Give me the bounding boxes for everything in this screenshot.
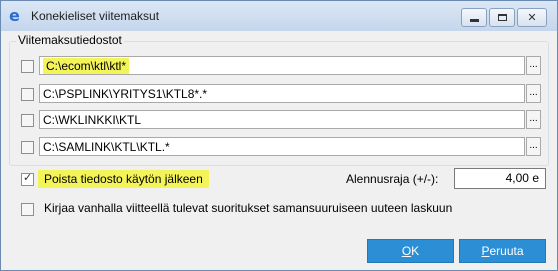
path-row-3: C:\WKLINKKI\KTL ... (10, 109, 548, 131)
path-4-input[interactable]: C:\SAMLINK\KTL\KTL.* (39, 137, 525, 156)
path-1-browse-button[interactable]: ... (526, 56, 541, 75)
group-legend: Viitemaksutiedostot (16, 33, 124, 47)
checkmark-icon: ✓ (23, 172, 33, 184)
ok-mnemonic: O (401, 244, 412, 258)
title-bar[interactable]: e Konekieliset viitemaksut ✕ (1, 1, 557, 31)
maximize-icon (497, 14, 507, 21)
window-title: Konekieliset viitemaksut (31, 9, 160, 23)
close-icon: ✕ (527, 12, 537, 24)
minimize-icon (469, 19, 479, 22)
path-row-2: C:\PSPLINK\YRITYS1\KTL8*.* ... (10, 83, 548, 105)
delete-after-use-label[interactable]: Poista tiedosto käytön jälkeen (38, 170, 209, 188)
path-1-value: C:\ecom\ktl\ktl* (43, 58, 130, 74)
path-1-checkbox[interactable] (21, 60, 34, 73)
cancel-rest: eruuta (489, 244, 524, 258)
record-old-ref-checkbox[interactable] (21, 203, 34, 216)
dialog-window: e Konekieliset viitemaksut ✕ Viitemaksut… (0, 0, 558, 271)
minimize-button[interactable] (461, 8, 487, 27)
path-1-input[interactable]: C:\ecom\ktl\ktl* (39, 56, 525, 75)
path-row-4: C:\SAMLINK\KTL\KTL.* ... (10, 136, 548, 158)
app-e-icon: e (9, 6, 20, 25)
discount-input[interactable]: 4,00 e (454, 168, 546, 189)
path-3-checkbox[interactable] (21, 114, 34, 127)
discount-label: Alennusraja (+/-): (346, 172, 439, 186)
delete-after-use-checkbox[interactable]: ✓ (21, 172, 34, 186)
close-button[interactable]: ✕ (517, 8, 547, 27)
path-2-checkbox[interactable] (21, 88, 34, 101)
ok-rest: K (411, 244, 420, 258)
path-row-1: C:\ecom\ktl\ktl* ... (10, 55, 548, 77)
path-4-browse-button[interactable]: ... (526, 137, 541, 156)
record-old-ref-label[interactable]: Kirjaa vanhalla viitteellä tulevat suori… (44, 201, 452, 215)
path-2-input[interactable]: C:\PSPLINK\YRITYS1\KTL8*.* (39, 84, 525, 103)
cancel-button[interactable]: Peruuta (459, 239, 546, 263)
path-4-checkbox[interactable] (21, 141, 34, 154)
reference-files-group: Viitemaksutiedostot C:\ecom\ktl\ktl* ...… (9, 33, 549, 166)
ok-button[interactable]: OK (367, 239, 454, 263)
cancel-mnemonic: P (481, 244, 490, 258)
path-2-browse-button[interactable]: ... (526, 84, 541, 103)
path-3-input[interactable]: C:\WKLINKKI\KTL (39, 110, 525, 129)
dialog-content: Viitemaksutiedostot C:\ecom\ktl\ktl* ...… (1, 31, 557, 270)
path-3-browse-button[interactable]: ... (526, 110, 541, 129)
maximize-button[interactable] (489, 8, 515, 27)
